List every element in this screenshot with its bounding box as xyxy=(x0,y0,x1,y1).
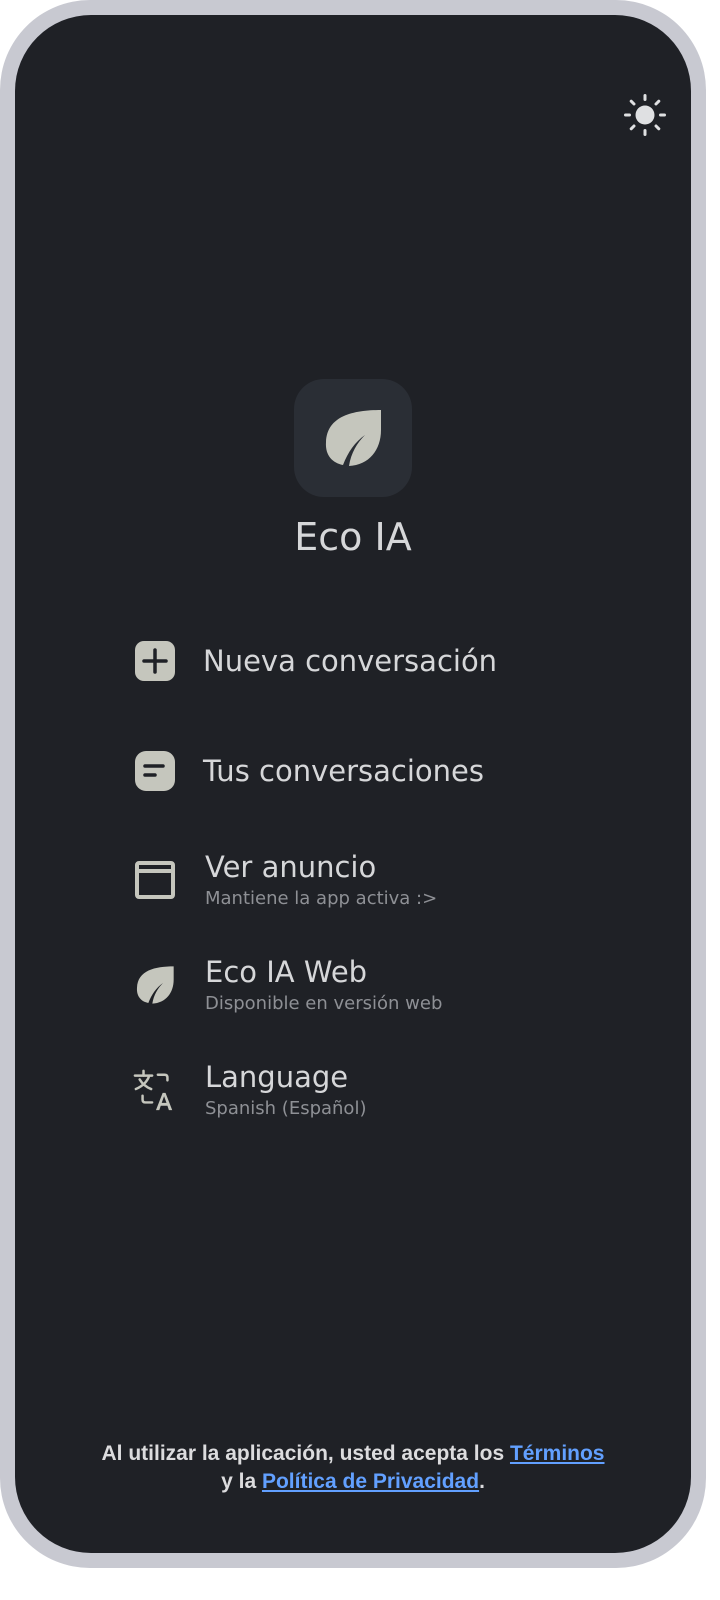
menu-item-label: Eco IA Web xyxy=(205,955,368,989)
menu-item-your-conversations[interactable]: Tus conversaciones xyxy=(133,749,553,793)
menu-item-label: Tus conversaciones xyxy=(203,754,484,788)
terms-text: Al utilizar la aplicación, usted acepta … xyxy=(101,1442,510,1465)
menu-item-sublabel: Spanish (Español) xyxy=(205,1098,367,1119)
leaf-icon xyxy=(325,410,381,466)
menu-item-sublabel: Disponible en versión web xyxy=(205,993,443,1014)
menu-item-sublabel: Mantiene la app activa :> xyxy=(205,888,438,909)
window-icon xyxy=(133,858,177,902)
plus-square-icon xyxy=(133,639,177,683)
phone-frame: Eco IA Nueva conversación Tus conversaci… xyxy=(0,0,706,1568)
menu-item-watch-ad[interactable]: Ver anuncio Mantiene la app activa :> xyxy=(133,849,553,911)
menu-item-label: Language xyxy=(205,1060,349,1094)
terms-link[interactable]: Términos xyxy=(510,1442,605,1465)
menu-item-eco-ia-web[interactable]: Eco IA Web Disponible en versión web xyxy=(133,954,553,1016)
home-indicator[interactable] xyxy=(211,1580,495,1588)
translate-icon xyxy=(133,1068,177,1112)
privacy-policy-link[interactable]: Política de Privacidad xyxy=(262,1470,479,1493)
menu-item-new-conversation[interactable]: Nueva conversación xyxy=(133,639,553,683)
app-logo xyxy=(294,379,412,497)
leaf-icon xyxy=(133,963,177,1007)
chat-square-icon xyxy=(133,749,177,793)
menu-item-language[interactable]: Language Spanish (Español) xyxy=(133,1059,553,1121)
menu-item-label: Nueva conversación xyxy=(203,644,498,678)
app-title: Eco IA xyxy=(294,515,412,559)
device: Eco IA Nueva conversación Tus conversaci… xyxy=(0,0,720,1600)
theme-toggle-button[interactable] xyxy=(621,91,669,139)
app-screen: Eco IA Nueva conversación Tus conversaci… xyxy=(15,15,691,1553)
terms-text-middle: y la xyxy=(221,1470,262,1493)
menu-item-label: Ver anuncio xyxy=(205,850,377,884)
sun-icon xyxy=(624,94,666,136)
terms-text-end: . xyxy=(479,1470,485,1493)
terms-notice: Al utilizar la aplicación, usted acepta … xyxy=(15,1440,691,1496)
